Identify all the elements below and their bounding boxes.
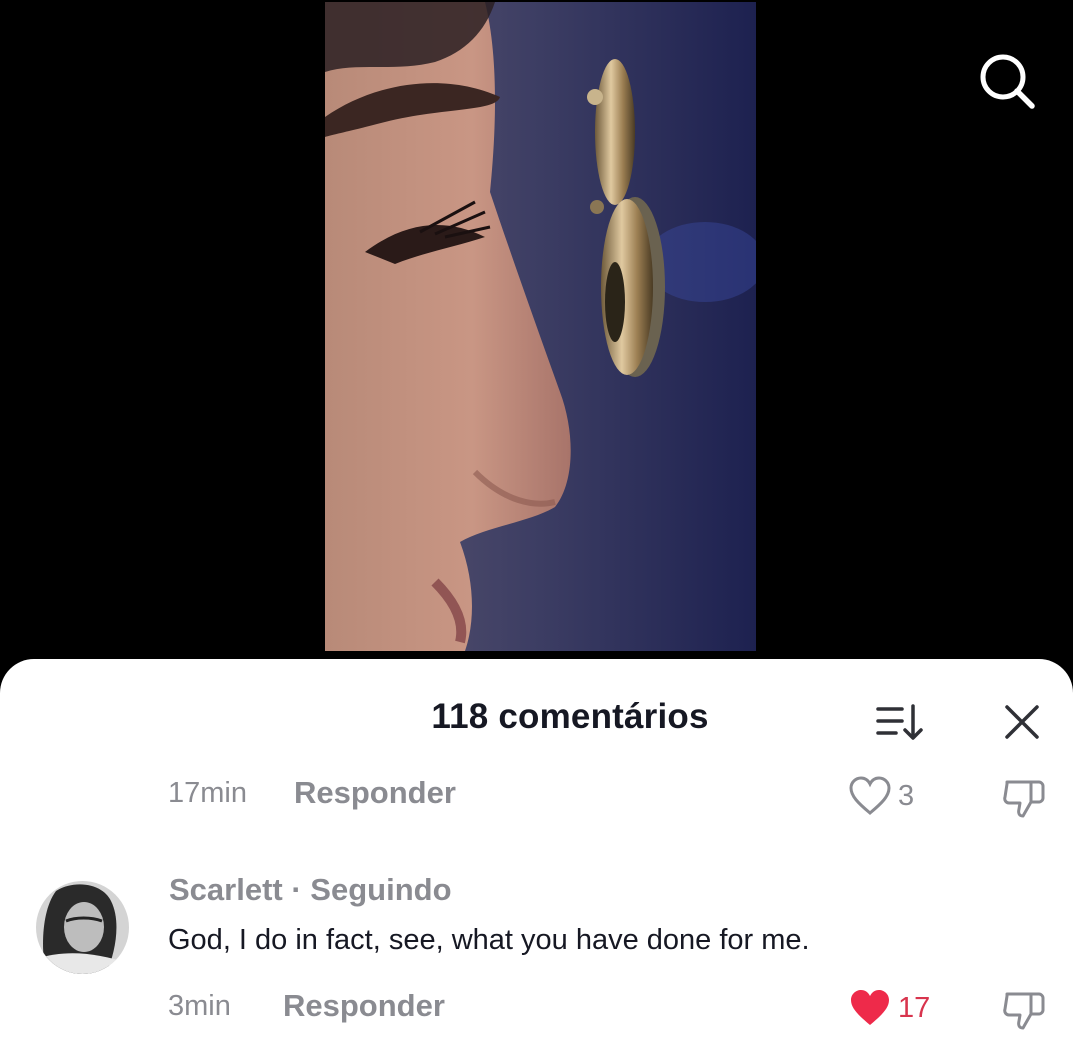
video-player[interactable]: [325, 2, 756, 651]
following-label: Seguindo: [310, 872, 452, 907]
user-avatar-image: [36, 881, 129, 974]
like-button[interactable]: 3: [848, 776, 914, 816]
search-button[interactable]: [976, 50, 1038, 112]
avatar[interactable]: [36, 881, 129, 974]
comment-timestamp: 17min: [168, 777, 247, 809]
thumbs-down-icon: [1003, 780, 1045, 818]
video-thumbnail-image: [325, 2, 756, 651]
thumbs-down-icon: [1003, 992, 1045, 1030]
comment-author[interactable]: Scarlett · Seguindo: [169, 872, 452, 908]
dislike-button[interactable]: [1001, 776, 1047, 822]
close-button[interactable]: [1003, 703, 1041, 741]
sort-icon: [876, 704, 923, 740]
close-icon: [1005, 705, 1039, 739]
app-screen: 118 comentários 17min Responder 3 Scarle…: [0, 0, 1073, 1044]
reply-button[interactable]: Responder: [294, 775, 456, 811]
heart-outline-icon: [849, 776, 891, 815]
username-separator: ·: [282, 872, 311, 907]
like-count: 17: [898, 991, 931, 1024]
comment-text: God, I do in fact, see, what you have do…: [168, 924, 810, 956]
like-count: 3: [898, 779, 915, 812]
heart-filled-icon: [851, 990, 889, 1025]
reply-button[interactable]: Responder: [283, 988, 445, 1024]
comments-sheet: 118 comentários 17min Responder 3 Scarle…: [0, 659, 1073, 1044]
sort-button[interactable]: [876, 703, 926, 743]
like-button[interactable]: 17: [848, 988, 930, 1028]
dislike-button[interactable]: [1001, 988, 1047, 1034]
comment-timestamp: 3min: [168, 990, 231, 1022]
username[interactable]: Scarlett: [169, 872, 283, 907]
search-icon: [980, 54, 1035, 109]
